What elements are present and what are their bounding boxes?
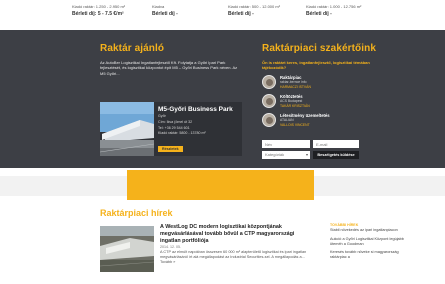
offer-intro: Az AutoBer Logisztikai Ingatlanfejlesztő… (100, 60, 238, 76)
read-more-link[interactable]: Tovább » (160, 260, 310, 265)
news-title: Raktárpiaci hírek (100, 208, 173, 218)
listing-card[interactable]: Kiadó raktár: 1.000 - 12.756 m² Bérleti … (306, 4, 382, 18)
expert-card[interactable]: Létesítmény üzemeltetés ATALIAN VALLOIS … (262, 113, 382, 129)
promo-banner[interactable] (127, 170, 314, 200)
avatar (262, 113, 276, 127)
more-news-item[interactable]: Aukció a Győri Logisztikai Központ legúj… (330, 237, 410, 247)
property-info: M5-Győri Business Park Győr Cím: Ikva (ö… (158, 105, 240, 155)
expert-name: HARMACZI ISTVÁN (280, 84, 311, 89)
more-news-item[interactable]: Keresés tovább növeke si magyarország ra… (330, 250, 410, 260)
news-headline[interactable]: A WestLog DC modern logisztikai központj… (160, 224, 310, 244)
expert-name: TAKÁR KRISZTIÁN (280, 103, 310, 108)
property-name[interactable]: M5-Győri Business Park (158, 105, 240, 114)
news-photo[interactable] (100, 226, 154, 272)
name-input[interactable] (262, 140, 310, 148)
listing-fee: Bérleti díj - (152, 11, 178, 17)
expert-card[interactable]: Raktárpiac raktar-bernce info HARMACZI I… (262, 75, 382, 91)
expert-company: raktar-bernce info (280, 80, 307, 85)
listing-card[interactable]: Kiadó raktár: 500 - 12.000 m² Bérleti dí… (228, 4, 304, 18)
property-area: Kiadó raktár: 5800 - 13780 m² (158, 131, 206, 136)
expert-card[interactable]: Költöztetés ACS Budapest TAKÁR KRISZTIÁN (262, 94, 382, 110)
category-select-value: Kategóriák (265, 152, 285, 157)
expert-name: VALLOIS VINCENT (280, 122, 310, 127)
send-message-button[interactable]: Beszélgetés küldése (313, 151, 359, 159)
listing-fee: Bérleti díj - (228, 11, 254, 17)
chevron-down-icon: ▾ (305, 152, 308, 157)
news-excerpt: A CTP az elmúlt napokban összesen 60 000… (160, 250, 307, 260)
property-photo[interactable] (100, 102, 154, 156)
experts-subtitle: Ön is raktárt keres, ingatlanfejlesztő, … (262, 60, 370, 71)
avatar (262, 75, 276, 89)
more-news: TOVÁBBI HÍREK Stabil növekedés az ipari … (330, 222, 410, 264)
email-input[interactable] (313, 140, 359, 148)
avatar (262, 94, 276, 108)
listing-card[interactable]: Kiadó raktár: 1.250 - 2.950 m² Bérleti d… (72, 4, 148, 18)
news-article[interactable]: A WestLog DC modern logisztikai központj… (160, 224, 310, 265)
experts-title: Raktárpiaci szakértőink (262, 43, 377, 54)
category-select[interactable]: Kategóriák ▾ (262, 151, 310, 159)
listing-card[interactable]: Kiadva Bérleti díj - (152, 4, 228, 18)
listing-fee: Bérleti díj - (306, 11, 332, 17)
listing-fee: Bérleti díj: 5 - 7.5 €/m² (72, 11, 124, 17)
property-card[interactable]: M5-Győri Business Park Győr Cím: Ikva (ö… (100, 102, 242, 156)
property-details-button[interactable]: Részletek (158, 146, 183, 153)
more-news-item[interactable]: Stabil növekedés az ipari ingatlanpiacon (330, 228, 410, 233)
listing-strip: Kiadó raktár: 1.250 - 2.950 m² Bérleti d… (72, 0, 384, 30)
offer-title: Raktár ajánló (100, 43, 165, 54)
